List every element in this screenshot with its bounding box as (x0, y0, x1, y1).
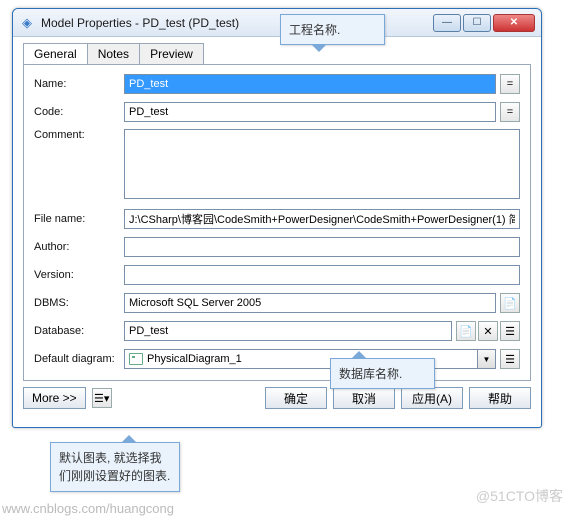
cancel-button[interactable]: 取消 (333, 387, 395, 409)
code-input[interactable] (124, 102, 496, 122)
tab-panel-general: Name: = Code: = Comment: File name: Auth… (23, 64, 531, 381)
version-input[interactable] (124, 265, 520, 285)
label-name: Name: (34, 78, 124, 90)
tabs: General Notes Preview (23, 43, 541, 64)
author-input[interactable] (124, 237, 520, 257)
name-eq-button[interactable]: = (500, 74, 520, 94)
database-new-button[interactable]: 📄 (456, 321, 476, 341)
dbms-props-button[interactable]: 📄 (500, 293, 520, 313)
help-button[interactable]: 帮助 (469, 387, 531, 409)
apply-button[interactable]: 应用(A) (401, 387, 463, 409)
callout-default-diagram: 默认图表, 就选择我们刚刚设置好的图表. (50, 442, 180, 492)
dbms-input[interactable] (124, 293, 496, 313)
database-input[interactable] (124, 321, 452, 341)
default-diagram-combo[interactable]: PhysicalDiagram_1 ▼ (124, 349, 496, 369)
titlebar[interactable]: ◈ Model Properties - PD_test (PD_test) —… (13, 9, 541, 37)
tab-preview[interactable]: Preview (139, 43, 204, 64)
more-button[interactable]: More >> (23, 387, 86, 409)
label-database: Database: (34, 325, 124, 337)
ok-button[interactable]: 确定 (265, 387, 327, 409)
tab-general[interactable]: General (23, 43, 88, 64)
filename-input[interactable] (124, 209, 520, 229)
diagram-icon (129, 353, 143, 365)
label-version: Version: (34, 269, 124, 281)
callout-database-name: 数据库名称. (330, 358, 435, 389)
default-diagram-value: PhysicalDiagram_1 (147, 353, 242, 365)
menu-dropdown-button[interactable]: ☰▾ (92, 388, 112, 408)
maximize-button[interactable]: ☐ (463, 14, 491, 32)
label-dbms: DBMS: (34, 297, 124, 309)
code-eq-button[interactable]: = (500, 102, 520, 122)
label-code: Code: (34, 106, 124, 118)
watermark-right: @51CTO博客 (476, 486, 563, 506)
model-properties-dialog: ◈ Model Properties - PD_test (PD_test) —… (12, 8, 542, 428)
minimize-button[interactable]: — (433, 14, 461, 32)
app-icon: ◈ (19, 15, 35, 31)
watermark-left: www.cnblogs.com/huangcong (2, 501, 174, 516)
button-bar: More >> ☰▾ 确定 取消 应用(A) 帮助 (13, 387, 541, 417)
chevron-down-icon[interactable]: ▼ (478, 349, 496, 369)
label-filename: File name: (34, 213, 124, 225)
callout-project-name: 工程名称. (280, 14, 385, 45)
comment-input[interactable] (124, 129, 520, 199)
name-input[interactable] (124, 74, 496, 94)
label-comment: Comment: (34, 129, 124, 141)
label-author: Author: (34, 241, 124, 253)
close-button[interactable]: ✕ (493, 14, 535, 32)
label-default-diagram: Default diagram: (34, 353, 124, 365)
tab-notes[interactable]: Notes (87, 43, 140, 64)
database-props-button[interactable]: ☰ (500, 321, 520, 341)
database-delete-button[interactable]: ✕ (478, 321, 498, 341)
diagram-props-button[interactable]: ☰ (500, 349, 520, 369)
